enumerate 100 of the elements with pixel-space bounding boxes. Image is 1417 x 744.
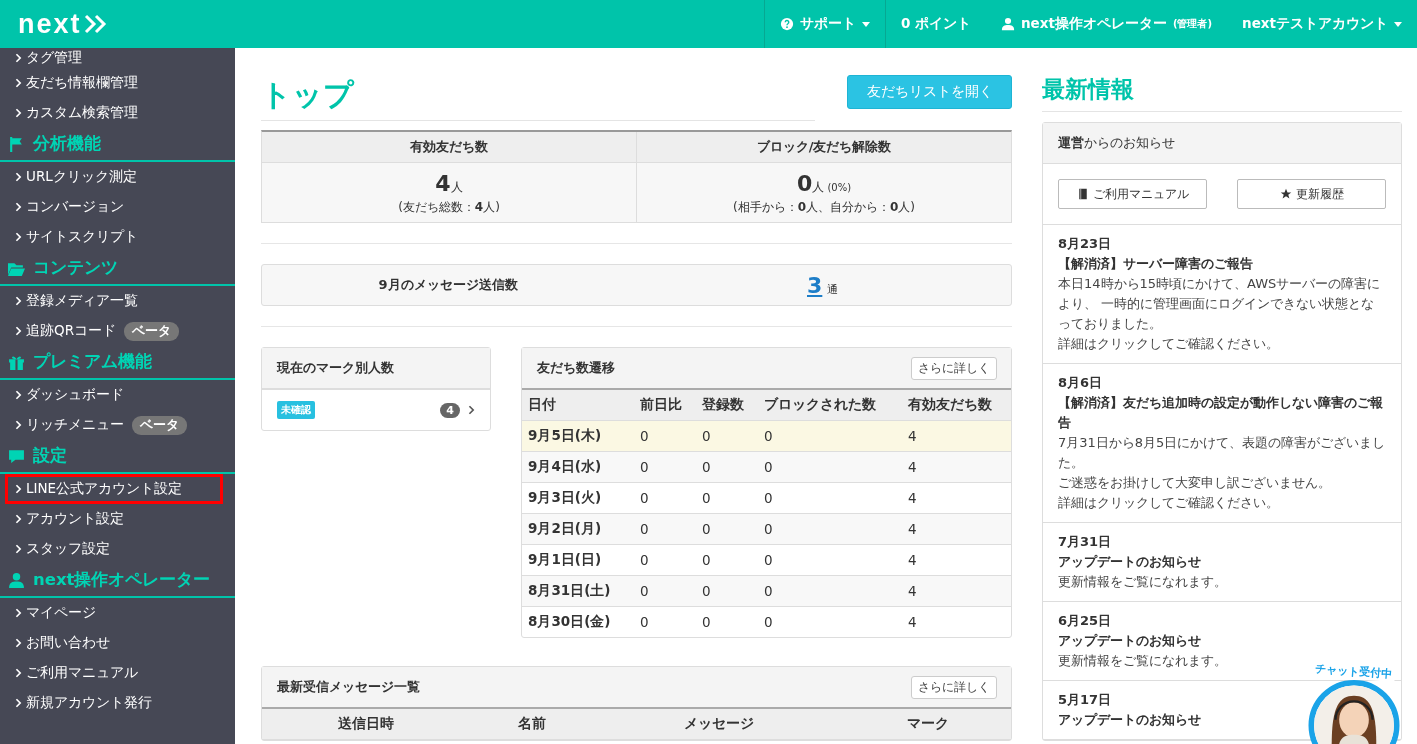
message-count-label: 9月のメッセージ送信数 — [377, 276, 519, 294]
table-cell: 0 — [696, 513, 758, 545]
sidebar-item[interactable]: 追跡QRコード ベータ — [0, 316, 235, 346]
beta-badge: ベータ — [132, 415, 187, 435]
chevron-icon — [15, 484, 22, 494]
table-cell: 4 — [902, 606, 1011, 637]
table-cell: 0 — [696, 606, 758, 637]
message-count-link[interactable]: 3 — [807, 272, 823, 298]
panel-title: 友だち数遷移 — [537, 359, 615, 377]
table-cell: 4 — [902, 451, 1011, 483]
sidebar-item[interactable]: URLクリック測定 — [0, 162, 235, 192]
chevron-icon — [15, 608, 22, 618]
sidebar-item[interactable]: ご利用マニュアル — [0, 658, 235, 688]
table-cell: 9月4日(水) — [522, 451, 634, 483]
table-cell: 0 — [696, 575, 758, 607]
table-cell: 0 — [758, 451, 902, 483]
more-button[interactable]: さらに詳しく — [911, 675, 997, 699]
more-button[interactable]: さらに詳しく — [911, 356, 997, 380]
news-item[interactable]: 8月23日 【解消済】サーバー障害のご報告 本日14時から15時頃にかけて、AWSサーバーの障害により、 一時的に管理画面にログインできない状態となっておりました。 詳細はクリックしてご確認ください。 — [1043, 225, 1401, 364]
news-text: 本日14時から15時頃にかけて、AWSサーバーの障害により、 一時的に管理画面にログインできない状態となっておりました。 — [1058, 275, 1382, 333]
sidebar-section: next操作オペレーター — [0, 564, 235, 598]
news-item[interactable]: 8月6日 【解消済】友だち追加時の設定が動作しない障害のご報告 7月31日から8月5日にかけて、表題の障害がございました。 ご迷惑をお掛けして大変申し訳ございません。 詳細はクリックしてご確認ください。 — [1043, 364, 1401, 523]
sidebar-item[interactable]: アカウント設定 — [0, 504, 235, 534]
table-cell: 0 — [634, 575, 696, 607]
sidebar-item[interactable]: ダッシュボード — [0, 380, 235, 410]
column-header: 送信日時 — [262, 709, 471, 740]
sidebar-item[interactable]: 新規アカウント発行 — [0, 688, 235, 718]
chevron-icon — [15, 544, 22, 554]
chevron-icon — [15, 698, 22, 708]
table-cell: 4 — [902, 575, 1011, 607]
sidebar-item[interactable]: 登録メディア一覧 — [0, 286, 235, 316]
user-icon — [8, 571, 25, 589]
column-header: 有効友だち数 — [902, 390, 1011, 421]
news-button[interactable]: 更新履歴 — [1237, 179, 1386, 209]
table-header: ブロック/友だち解除数 — [637, 132, 1011, 163]
mark-row[interactable]: 未確認 4 — [262, 390, 490, 430]
sidebar-item[interactable]: お問い合わせ — [0, 628, 235, 658]
chevron-icon — [15, 232, 22, 242]
help-icon — [779, 17, 794, 31]
news-date: 5月17日 — [1058, 691, 1112, 709]
table-cell: 0 — [634, 451, 696, 483]
table-cell: 4 — [902, 513, 1011, 545]
section-title: 最新情報 — [1042, 48, 1402, 112]
star-icon — [1279, 188, 1292, 200]
caret-icon — [861, 21, 870, 27]
table-cell: 9月2日(月) — [522, 513, 634, 545]
news-date: 8月23日 — [1058, 235, 1112, 253]
sidebar-item[interactable]: カスタム検索管理 — [0, 98, 235, 128]
news-headline: アップデートのお知らせ — [1058, 711, 1201, 729]
news-headline: 【解消済】友だち追加時の設定が動作しない障害のご報告 — [1058, 394, 1384, 432]
sidebar-item[interactable]: タグ管理 — [0, 48, 235, 68]
chevron-icon — [15, 638, 22, 648]
table-header: 有効友だち数 — [262, 132, 636, 163]
chevron-icon — [15, 326, 22, 336]
column-header: 名前 — [470, 709, 594, 740]
news-text: 詳細はクリックしてご確認ください。 — [1058, 335, 1279, 353]
column-header: マーク — [845, 709, 1011, 740]
card-title: 運営からのお知らせ — [1043, 123, 1401, 164]
news-headline: アップデートのお知らせ — [1058, 632, 1201, 650]
news-date: 6月25日 — [1058, 612, 1112, 630]
sidebar-item[interactable]: LINE公式アカウント設定 — [5, 474, 223, 504]
table-cell: 4 — [902, 420, 1011, 452]
chevron-icon — [15, 202, 22, 212]
news-item[interactable]: 7月31日 アップデートのお知らせ 更新情報をご覧になれます。 — [1043, 523, 1401, 602]
count-badge: 4 — [440, 402, 460, 418]
chevron-icon — [15, 296, 22, 306]
sidebar-item[interactable]: コンバージョン — [0, 192, 235, 222]
page-title: トップ — [261, 75, 815, 121]
sidebar-item[interactable]: 友だち情報欄管理 — [0, 68, 235, 98]
sidebar-section: プレミアム機能 — [0, 346, 235, 380]
panel-title: 現在のマーク別人数 — [262, 348, 490, 390]
table-cell: 8月30日(金) — [522, 606, 634, 637]
speech-bubble-icon — [8, 447, 25, 465]
news-text: 更新情報をご覧になれます。 — [1058, 573, 1227, 591]
mark-tag: 未確認 — [277, 401, 315, 419]
table-cell: 0 — [634, 513, 696, 545]
table-cell: 0 — [696, 451, 758, 483]
table-cell: 0 — [758, 606, 902, 637]
beta-badge: ベータ — [124, 321, 179, 341]
sidebar-item[interactable]: サイトスクリプト — [0, 222, 235, 252]
chevron-icon — [15, 172, 22, 182]
news-button[interactable]: ご利用マニュアル — [1058, 179, 1207, 209]
table-cell: 0 — [634, 606, 696, 637]
chevron-icon — [15, 108, 22, 118]
stat-detail: (友だち総数：4人) — [397, 199, 501, 216]
column-header: ブロックされた数 — [758, 390, 902, 421]
chevron-icon — [15, 78, 22, 88]
table-cell: 0 — [758, 420, 902, 452]
table-cell: 0 — [758, 513, 902, 545]
column-header: 登録数 — [696, 390, 758, 421]
user-icon — [1001, 17, 1015, 31]
sidebar-item[interactable]: スタッフ設定 — [0, 534, 235, 564]
caret-icon — [1394, 21, 1402, 27]
chevron-icon — [15, 53, 22, 63]
stat-value: 0人 (0%) — [795, 171, 853, 196]
chevron-icon — [15, 668, 22, 678]
news-text: 更新情報をご覧になれます。 — [1058, 652, 1227, 670]
sidebar-item[interactable]: リッチメニュー ベータ — [0, 410, 235, 440]
column-header: 日付 — [522, 390, 634, 421]
sidebar-item[interactable]: マイページ — [0, 598, 235, 628]
